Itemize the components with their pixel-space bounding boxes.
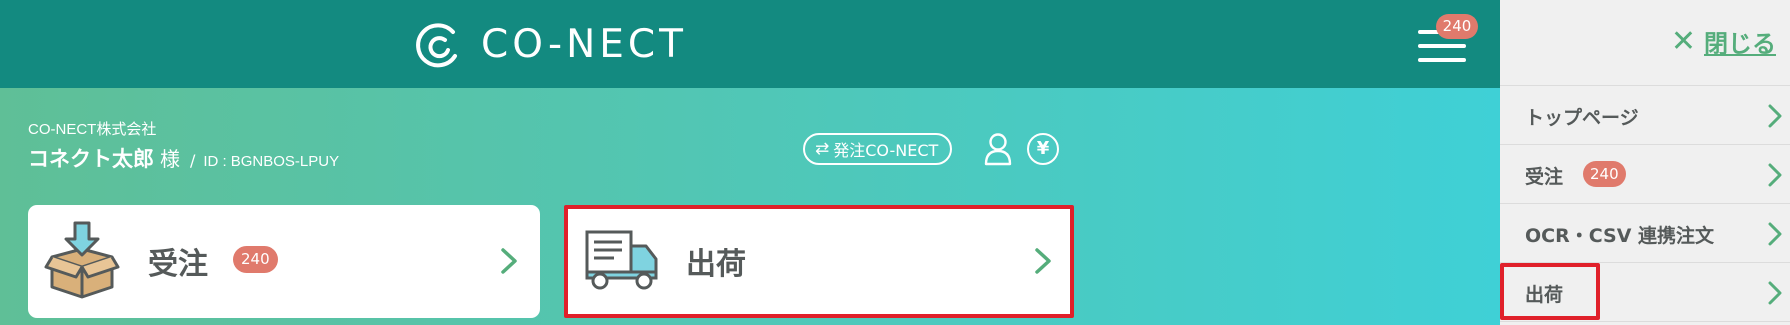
- logo[interactable]: CO-NECT: [415, 20, 687, 70]
- chevron-right-icon: [1035, 248, 1051, 274]
- chevron-right-icon: [1768, 104, 1782, 128]
- chevron-right-icon: [1768, 163, 1782, 187]
- switch-to-order-button[interactable]: ⇄ 発注CO-NECT: [803, 133, 953, 165]
- side-menu-item-top-page[interactable]: トップページ: [1500, 86, 1790, 145]
- receive-card-label: 受注: [148, 247, 208, 282]
- menu-line: [1418, 58, 1466, 62]
- side-menu-item-label: 出荷: [1525, 284, 1564, 306]
- yen-billing-icon[interactable]: ¥: [1027, 133, 1059, 165]
- chevron-right-icon: [1768, 222, 1782, 246]
- box-download-icon: [44, 221, 120, 299]
- user-id: BGNBOS-LPUY: [230, 153, 340, 170]
- chevron-right-icon: [1768, 281, 1782, 305]
- side-menu-header: ✕ 閉じる: [1500, 0, 1790, 86]
- menu-count-badge: 240: [1436, 14, 1478, 39]
- company-name: CO-NECT株式会社: [28, 121, 157, 138]
- user-separator: /: [190, 151, 196, 170]
- delivery-truck-icon: [585, 230, 658, 290]
- close-menu-label: 閉じる: [1704, 30, 1776, 58]
- user-profile-icon[interactable]: [983, 132, 1013, 166]
- side-menu: ✕ 閉じる トップページ 受注 240 OCR・CSV 連携注文 出荷: [1500, 0, 1790, 325]
- app-root: CO-NECT 240 CO-NECT株式会社 コネクト太郎 様 / ID : …: [0, 0, 1790, 325]
- user-honorific: 様: [160, 147, 180, 171]
- side-menu-item-label: トップページ: [1525, 107, 1639, 129]
- side-menu-item-label: 受注: [1525, 166, 1564, 188]
- swap-arrows-icon: ⇄: [815, 139, 830, 159]
- side-menu-item-label: OCR・CSV 連携注文: [1525, 225, 1715, 247]
- receive-count-badge: 240: [1583, 161, 1626, 187]
- user-id-label: ID :: [203, 153, 227, 170]
- side-menu-item-ocr-csv[interactable]: OCR・CSV 連携注文: [1500, 204, 1790, 263]
- dashboard-area: CO-NECT株式会社 コネクト太郎 様 / ID : BGNBOS-LPUY …: [0, 88, 1500, 325]
- user-info: コネクト太郎 様 / ID : BGNBOS-LPUY: [28, 143, 339, 173]
- logo-text: CO-NECT: [481, 22, 687, 67]
- shipment-card[interactable]: 出荷: [564, 205, 1074, 318]
- user-name: コネクト太郎: [28, 147, 154, 171]
- side-menu-item-shipment[interactable]: 出荷: [1500, 263, 1790, 322]
- switch-to-order-label: 発注CO-NECT: [833, 141, 939, 160]
- top-header: CO-NECT 240: [0, 0, 1500, 88]
- close-menu-button[interactable]: ✕ 閉じる: [1671, 24, 1776, 59]
- chevron-right-icon: [501, 248, 517, 274]
- ship-card-label: 出荷: [686, 247, 746, 282]
- side-menu-item-receive[interactable]: 受注 240: [1500, 145, 1790, 204]
- menu-line: [1418, 44, 1466, 48]
- logo-mark-icon: [416, 23, 457, 68]
- close-icon: ✕: [1670, 23, 1696, 59]
- receive-orders-card[interactable]: 受注 240: [28, 205, 540, 318]
- receive-count-badge: 240: [233, 246, 278, 273]
